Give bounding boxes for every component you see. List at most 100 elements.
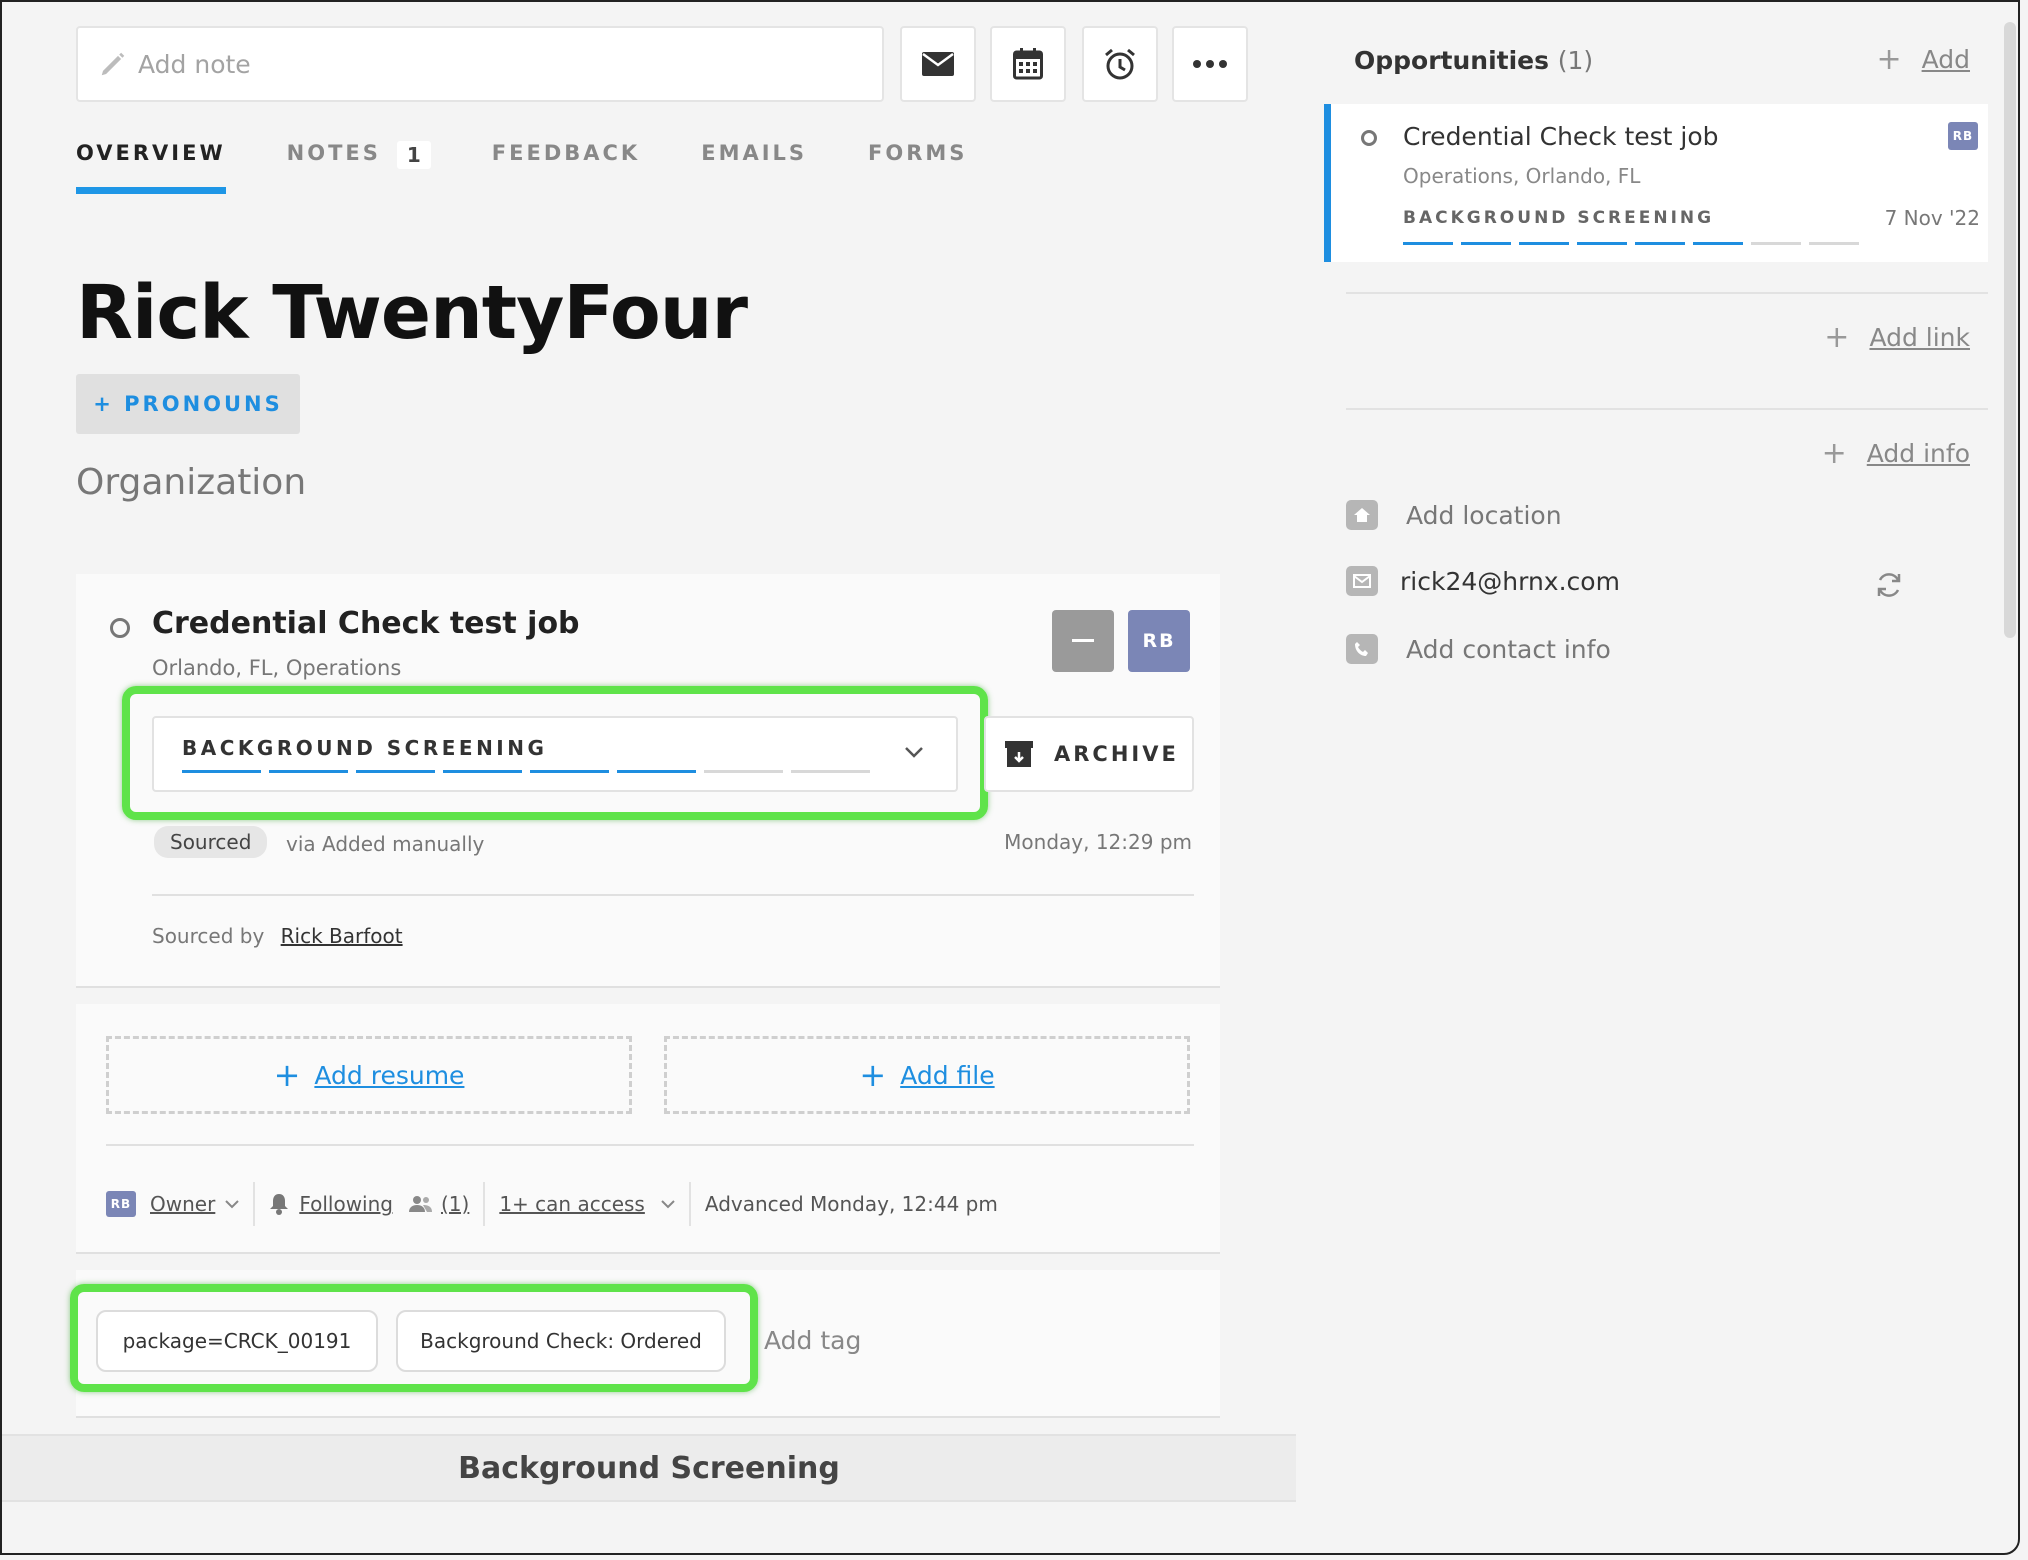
envelope-icon bbox=[922, 52, 954, 76]
followers-icon bbox=[408, 1196, 432, 1212]
add-file-dropzone[interactable]: + Add file bbox=[664, 1036, 1190, 1114]
row-separator bbox=[688, 1182, 691, 1226]
add-link-label: Add link bbox=[1869, 323, 1970, 352]
add-location-label: Add location bbox=[1406, 500, 1562, 530]
following-toggle[interactable]: Following bbox=[299, 1192, 393, 1216]
add-resume-dropzone[interactable]: + Add resume bbox=[106, 1036, 632, 1114]
email-button[interactable] bbox=[900, 26, 976, 102]
sidebar-opportunity-title: Credential Check test job bbox=[1403, 122, 1719, 151]
email-row[interactable]: rick24@hrnx.com bbox=[1346, 566, 1620, 596]
opportunities-heading: Opportunities (1) bbox=[1354, 46, 1593, 75]
section-heading: Background Screening bbox=[2, 1434, 1296, 1502]
bell-icon bbox=[270, 1194, 289, 1215]
add-resume-link[interactable]: Add resume bbox=[314, 1061, 464, 1090]
row-separator bbox=[253, 1182, 256, 1226]
notes-count-badge: 1 bbox=[396, 141, 431, 169]
chevron-down-icon[interactable] bbox=[661, 1199, 675, 1209]
profile-tabs: OVERVIEW NOTES 1 FEEDBACK EMAILS FORMS bbox=[76, 136, 1028, 194]
sourced-by-row: Sourced by Rick Barfoot bbox=[152, 924, 403, 948]
status-circle-icon bbox=[110, 618, 130, 638]
opportunities-count: (1) bbox=[1557, 46, 1594, 75]
stage-segment bbox=[1461, 242, 1511, 245]
sidebar-opportunity-stage: BACKGROUND SCREENING bbox=[1403, 208, 1715, 228]
source-badge: Sourced bbox=[154, 826, 268, 858]
plus-icon: + bbox=[1876, 42, 1902, 77]
source-via-text: via Added manually bbox=[286, 832, 485, 856]
sourced-by-label: Sourced by bbox=[152, 924, 265, 948]
tab-emails-label: EMAILS bbox=[701, 141, 808, 165]
add-opportunity-label: Add bbox=[1921, 45, 1970, 74]
phone-row[interactable]: Add contact info bbox=[1346, 634, 1611, 664]
collapse-button[interactable] bbox=[1052, 610, 1114, 672]
ownership-row: RB Owner Following (1) 1+ can access Adv… bbox=[106, 1182, 998, 1226]
files-divider bbox=[106, 1144, 1194, 1146]
add-note-field[interactable] bbox=[76, 26, 884, 102]
files-card: + Add resume + Add file RB Owner Followi… bbox=[76, 1004, 1220, 1254]
scrollbar[interactable] bbox=[2004, 22, 2016, 638]
card-divider bbox=[152, 894, 1194, 896]
tags-highlight-box bbox=[70, 1284, 758, 1392]
sidebar-opportunity-date: 7 Nov '22 bbox=[1884, 206, 1980, 230]
sourced-by-link[interactable]: Rick Barfoot bbox=[281, 924, 403, 948]
status-circle-icon bbox=[1361, 130, 1377, 146]
more-button[interactable] bbox=[1172, 26, 1248, 102]
app-window: OVERVIEW NOTES 1 FEEDBACK EMAILS FORMS Ri… bbox=[0, 0, 2020, 1555]
plus-icon: + bbox=[1821, 436, 1847, 471]
tab-forms[interactable]: FORMS bbox=[868, 136, 967, 194]
minus-icon bbox=[1072, 639, 1094, 642]
tab-notes[interactable]: NOTES 1 bbox=[287, 136, 431, 194]
plus-icon: + bbox=[859, 1056, 887, 1094]
opportunity-card: Credential Check test job Orlando, FL, O… bbox=[76, 574, 1220, 988]
stage-highlight-box bbox=[122, 686, 988, 820]
stage-segment bbox=[1693, 242, 1743, 245]
archive-button[interactable]: ARCHIVE bbox=[984, 716, 1194, 792]
tab-feedback[interactable]: FEEDBACK bbox=[492, 136, 640, 194]
stage-segment bbox=[1403, 242, 1453, 245]
tab-feedback-label: FEEDBACK bbox=[491, 141, 641, 165]
owner-avatar: RB bbox=[106, 1191, 136, 1217]
phone-icon bbox=[1346, 634, 1378, 664]
email-icon bbox=[1346, 566, 1378, 596]
stage-segment bbox=[1635, 242, 1685, 245]
add-file-link[interactable]: Add file bbox=[900, 1061, 994, 1090]
add-note-input[interactable] bbox=[138, 49, 882, 79]
stage-segment bbox=[1751, 242, 1801, 245]
chevron-down-icon[interactable] bbox=[225, 1199, 240, 1209]
opportunity-timestamp: Monday, 12:29 pm bbox=[1004, 830, 1192, 854]
sidebar-opportunity-card[interactable]: Credential Check test job Operations, Or… bbox=[1324, 104, 1988, 262]
location-row[interactable]: Add location bbox=[1346, 500, 1562, 530]
opportunities-title: Opportunities bbox=[1354, 46, 1550, 75]
pencil-icon bbox=[101, 52, 125, 76]
alarm-clock-icon bbox=[1105, 48, 1135, 80]
add-info-button[interactable]: + Add info bbox=[1822, 436, 1970, 471]
add-link-button[interactable]: + Add link bbox=[1824, 320, 1970, 355]
opportunity-title[interactable]: Credential Check test job bbox=[152, 606, 580, 641]
add-tag-input[interactable]: Add tag bbox=[764, 1326, 861, 1355]
tab-notes-label: NOTES bbox=[286, 141, 381, 165]
add-info-label: Add info bbox=[1866, 439, 1970, 468]
sync-icon[interactable] bbox=[1874, 570, 1904, 600]
tab-overview[interactable]: OVERVIEW bbox=[76, 136, 226, 194]
schedule-button[interactable] bbox=[990, 26, 1066, 102]
add-opportunity-button[interactable]: + Add bbox=[1876, 42, 1970, 77]
stage-segment bbox=[1519, 242, 1569, 245]
owner-dropdown[interactable]: Owner bbox=[150, 1192, 215, 1216]
email-address: rick24@hrnx.com bbox=[1400, 566, 1620, 596]
tab-emails[interactable]: EMAILS bbox=[701, 136, 807, 194]
plus-icon: + bbox=[1824, 320, 1850, 355]
access-dropdown[interactable]: 1+ can access bbox=[499, 1192, 645, 1216]
add-pronouns-button[interactable]: + PRONOUNS bbox=[76, 374, 300, 434]
reminder-button[interactable] bbox=[1082, 26, 1158, 102]
opportunity-owner-avatar[interactable]: RB bbox=[1128, 610, 1190, 672]
add-contact-info-label: Add contact info bbox=[1406, 634, 1611, 664]
sidebar-owner-avatar: RB bbox=[1948, 122, 1978, 150]
organization-field[interactable]: Organization bbox=[76, 462, 306, 503]
more-dots-icon bbox=[1193, 60, 1227, 68]
opportunity-location: Orlando, FL, Operations bbox=[152, 656, 402, 680]
archive-box-icon bbox=[1005, 741, 1033, 767]
sidebar-divider bbox=[1346, 408, 1988, 410]
location-icon bbox=[1346, 500, 1378, 530]
tags-card: package=CRCK_00191 Background Check: Ord… bbox=[70, 1270, 1220, 1418]
followers-count[interactable]: (1) bbox=[441, 1192, 469, 1216]
archive-label: ARCHIVE bbox=[1054, 742, 1179, 766]
